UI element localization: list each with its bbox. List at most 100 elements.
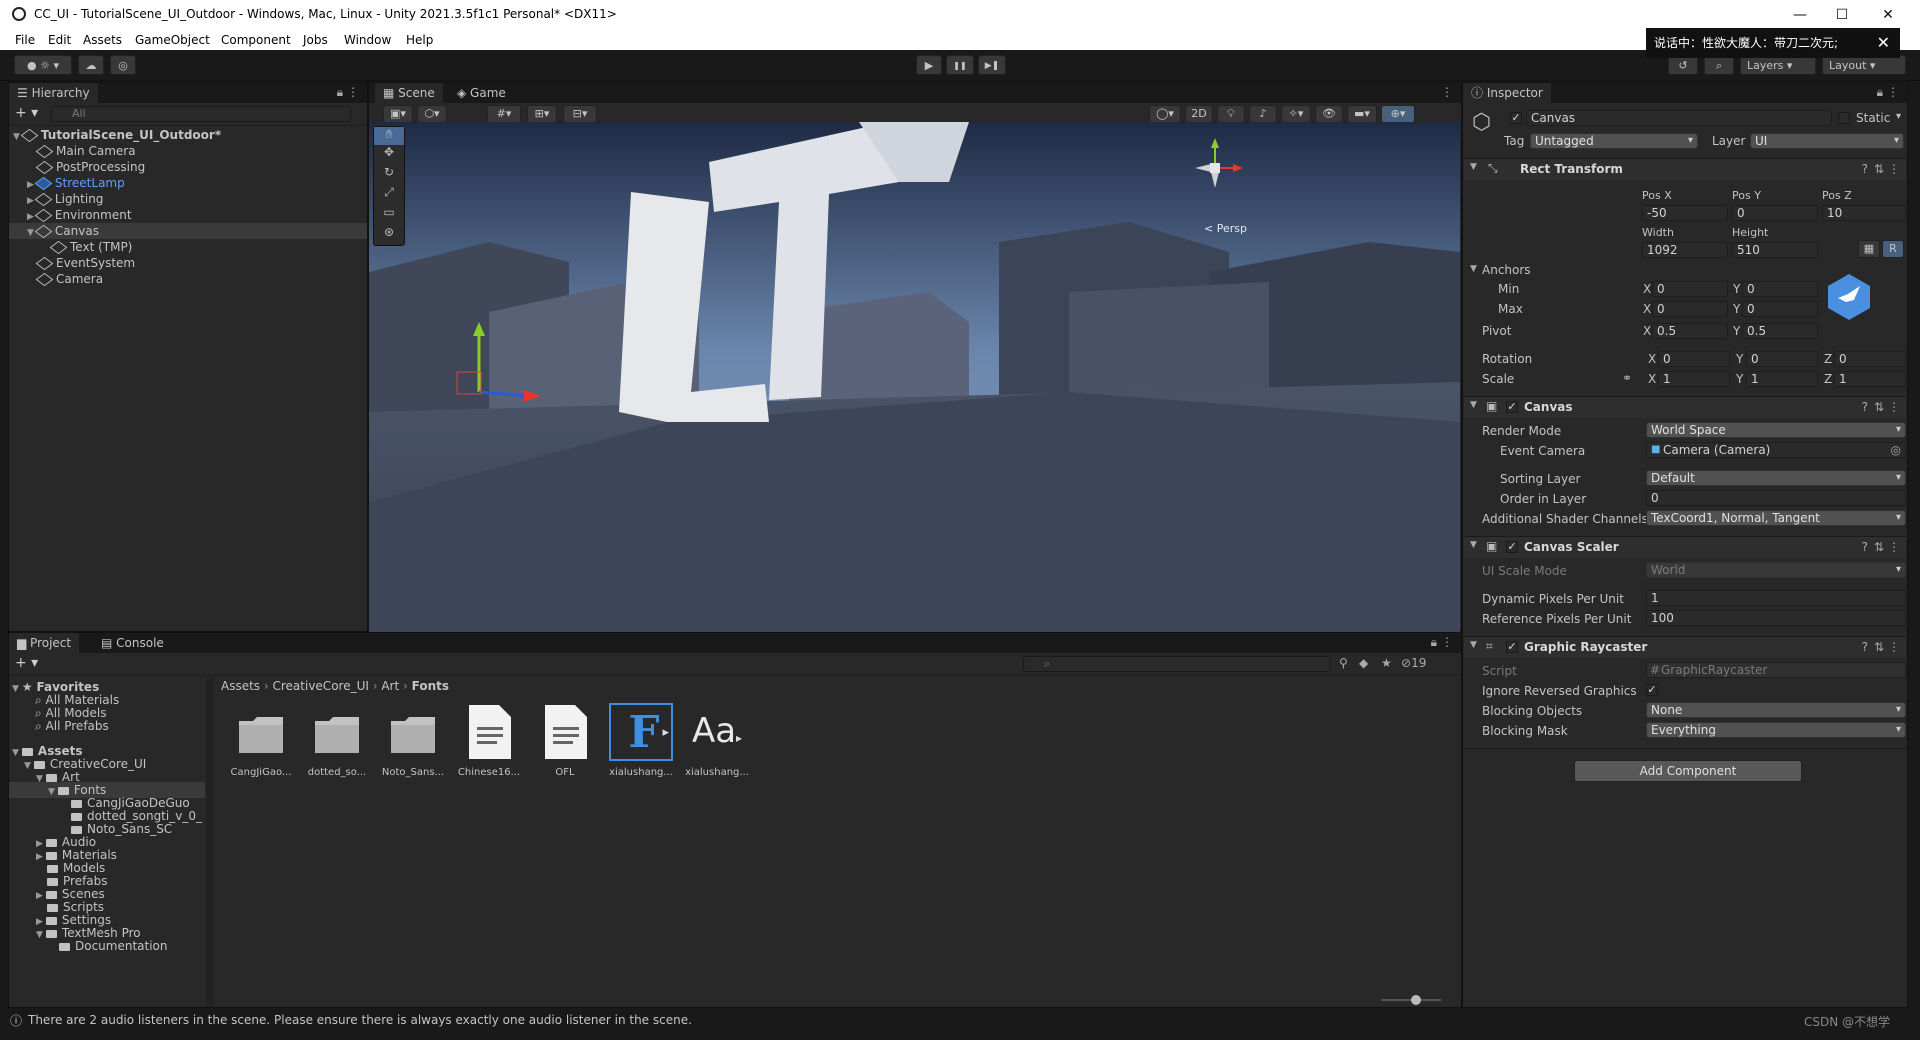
anchor-max-x-field[interactable]: 0: [1652, 301, 1728, 317]
foldout-open-icon[interactable]: ▼: [27, 228, 34, 238]
draw-mode-icon[interactable]: ▣▾: [383, 105, 413, 123]
foldout-closed-icon[interactable]: ▶: [27, 180, 34, 190]
more-icon[interactable]: ⋮: [1888, 540, 1900, 554]
canvas-scaler-header[interactable]: ▼ ▣ ✓ Canvas Scaler ? ⇅ ⋮: [1464, 536, 1906, 558]
canvas-scaler-enabled-checkbox[interactable]: ✓: [1506, 541, 1518, 553]
help-icon[interactable]: ?: [1862, 540, 1868, 554]
rotation-y-field[interactable]: 0: [1746, 351, 1818, 367]
breadcrumb-item[interactable]: CreativeCore_UI: [273, 679, 369, 693]
rotation-z-field[interactable]: 0: [1834, 351, 1906, 367]
create-plus-button[interactable]: + ▾: [15, 655, 38, 671]
breadcrumb-item[interactable]: Assets: [221, 679, 260, 693]
anchor-presets-icon[interactable]: [1824, 272, 1874, 322]
pivot-x-field[interactable]: 0.5: [1652, 323, 1728, 339]
posx-field[interactable]: -50: [1642, 205, 1728, 221]
hand-tool-icon[interactable]: ✋︎: [374, 127, 404, 145]
foldout-arrow-icon[interactable]: ▼: [1470, 162, 1477, 172]
foldout-arrow-icon[interactable]: ▼: [1470, 264, 1477, 274]
scale-x-field[interactable]: 1: [1658, 371, 1730, 387]
preset-icon[interactable]: ⇅: [1874, 162, 1884, 176]
grid-snap-icon[interactable]: #▾: [487, 105, 521, 123]
lock-icon[interactable]: 🔒︎: [1431, 635, 1437, 650]
hierarchy-item[interactable]: Camera: [9, 271, 367, 287]
history-icon[interactable]: ↺: [1668, 55, 1698, 75]
foldout-closed-icon[interactable]: ▶: [27, 212, 34, 222]
add-component-button[interactable]: Add Component: [1574, 760, 1802, 782]
tab-console[interactable]: ▤ Console: [93, 633, 172, 653]
static-checkbox[interactable]: [1838, 112, 1850, 124]
pause-button[interactable]: ❚❚: [946, 55, 974, 75]
object-name-field[interactable]: Canvas: [1526, 110, 1832, 126]
posy-field[interactable]: 0: [1732, 205, 1818, 221]
blocking-mask-dropdown[interactable]: Everything: [1646, 722, 1906, 738]
reference-ppu-field[interactable]: 100: [1646, 610, 1906, 626]
help-icon[interactable]: ?: [1862, 162, 1868, 176]
filter-label-icon[interactable]: ◆: [1359, 656, 1368, 670]
asset-item[interactable]: Chinese16...: [455, 703, 523, 783]
transform-tool-icon[interactable]: ⊛: [374, 225, 404, 243]
hierarchy-item[interactable]: EventSystem: [9, 255, 367, 271]
cloud-icon[interactable]: ☁: [78, 55, 104, 75]
layers-dropdown[interactable]: Layers ▾: [1740, 55, 1816, 75]
hierarchy-item[interactable]: Main Camera: [9, 143, 367, 159]
preset-icon[interactable]: ⇅: [1874, 540, 1884, 554]
close-window-button[interactable]: ✕: [1868, 3, 1908, 27]
more-icon[interactable]: ⋮: [1888, 162, 1900, 176]
hidden-packages-icon[interactable]: ⊘19: [1401, 656, 1426, 670]
blocking-objects-dropdown[interactable]: None: [1646, 702, 1906, 718]
asset-item[interactable]: CangJiGao...: [227, 703, 295, 783]
tab-game[interactable]: ◈ Game: [449, 83, 514, 103]
asset-item[interactable]: Aa▸ xialushang...: [683, 703, 751, 783]
snap-icon[interactable]: ⊟▾: [563, 105, 597, 123]
toggle-2d-button[interactable]: 2D: [1185, 105, 1213, 123]
move-tool-icon[interactable]: ✥: [374, 145, 404, 165]
menu-assets[interactable]: Assets: [83, 33, 122, 47]
gizmos-icon[interactable]: ⊕▾: [1381, 105, 1415, 123]
close-icon[interactable]: ✕: [1877, 28, 1890, 58]
persp-label[interactable]: < Persp: [1204, 222, 1247, 235]
menu-help[interactable]: Help: [406, 33, 433, 47]
hierarchy-item[interactable]: ▶ Environment: [9, 207, 367, 223]
favorite-star-icon[interactable]: ★: [1381, 656, 1392, 670]
anchor-min-y-field[interactable]: 0: [1742, 281, 1818, 297]
rotate-tool-icon[interactable]: ↻: [374, 165, 404, 185]
foldout-open-icon[interactable]: ▼: [13, 132, 20, 142]
foldout-closed-icon[interactable]: ▶: [27, 196, 34, 206]
lock-icon[interactable]: 🔒︎: [1877, 85, 1883, 100]
more-icon[interactable]: ⋮: [1887, 85, 1899, 99]
height-field[interactable]: 510: [1732, 242, 1818, 258]
anchor-min-x-field[interactable]: 0: [1652, 281, 1728, 297]
menu-window[interactable]: Window: [344, 33, 391, 47]
menu-gameobject[interactable]: GameObject: [135, 33, 210, 47]
order-in-layer-field[interactable]: 0: [1646, 490, 1906, 506]
scale-y-field[interactable]: 1: [1746, 371, 1818, 387]
menu-component[interactable]: Component: [221, 33, 291, 47]
tab-hierarchy[interactable]: ☰ Hierarchy: [9, 83, 98, 103]
layer-dropdown[interactable]: UI: [1750, 133, 1904, 149]
asset-item[interactable]: dotted_so...: [303, 703, 371, 783]
raw-edit-button[interactable]: R: [1882, 240, 1904, 258]
icon-size-slider[interactable]: [1381, 995, 1441, 1005]
project-search-input[interactable]: ⌕: [1023, 656, 1331, 672]
more-icon[interactable]: ⋮: [347, 85, 359, 99]
camera-icon[interactable]: ▬▾: [1347, 105, 1377, 123]
search-icon[interactable]: ⌕: [1704, 55, 1734, 75]
hierarchy-search-input[interactable]: All: [51, 106, 351, 122]
minimize-button[interactable]: —: [1780, 3, 1820, 27]
chevron-down-icon[interactable]: ▾: [1896, 111, 1901, 122]
tab-project[interactable]: ▆ Project: [9, 633, 80, 653]
tree-scrollbar[interactable]: [206, 677, 214, 1007]
shader-channels-dropdown[interactable]: TexCoord1, Normal, Tangent: [1646, 510, 1906, 526]
width-field[interactable]: 1092: [1642, 242, 1728, 258]
more-icon[interactable]: ⋮: [1888, 400, 1900, 414]
tab-inspector[interactable]: ⓘ Inspector: [1463, 83, 1551, 103]
breadcrumb-item[interactable]: Art: [381, 679, 399, 693]
audio-icon[interactable]: ♪: [1249, 105, 1277, 123]
menu-edit[interactable]: Edit: [48, 33, 71, 47]
more-icon[interactable]: ⋮: [1441, 85, 1453, 99]
rotation-x-field[interactable]: 0: [1658, 351, 1730, 367]
asset-item[interactable]: Noto_Sans...: [379, 703, 447, 783]
graphic-raycaster-header[interactable]: ▼ ⌗ ✓ Graphic Raycaster ? ⇅ ⋮: [1464, 636, 1906, 658]
preset-icon[interactable]: ⇅: [1874, 400, 1884, 414]
object-picker-icon[interactable]: ◎: [1891, 443, 1901, 457]
